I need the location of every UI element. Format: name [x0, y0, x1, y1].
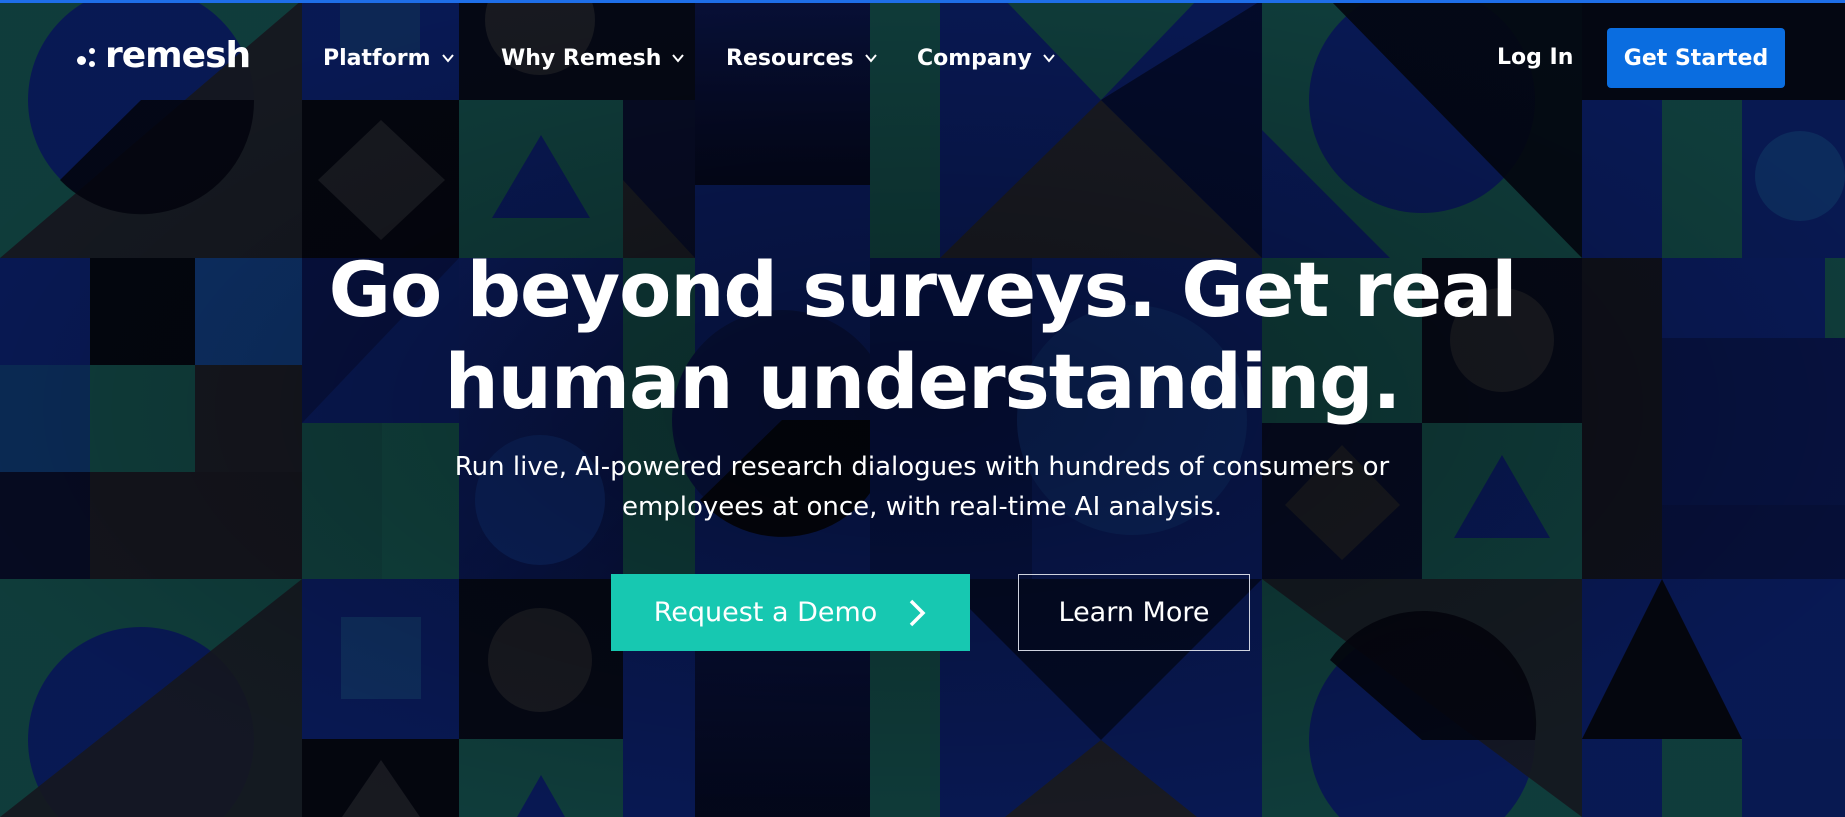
chevron-down-icon — [1043, 54, 1055, 63]
request-demo-label: Request a Demo — [653, 597, 878, 628]
request-demo-button[interactable]: Request a Demo — [611, 574, 970, 651]
learn-more-button[interactable]: Learn More — [1018, 574, 1250, 651]
hero-subtitle-line-1: Run live, AI-powered research dialogues … — [454, 452, 1390, 482]
nav-item-resources[interactable]: Resources — [726, 42, 878, 74]
hero-subtitle: Run live, AI-powered research dialogues … — [422, 447, 1422, 527]
nav-item-label: Why Remesh — [501, 45, 662, 71]
get-started-button[interactable]: Get Started — [1607, 28, 1785, 88]
logo-wordmark: remesh — [105, 35, 251, 76]
hero-title: Go beyond surveys. Get real human unders… — [0, 244, 1845, 428]
chevron-right-icon — [910, 599, 926, 626]
logo-mark-icon — [77, 44, 99, 68]
nav-item-company[interactable]: Company — [917, 42, 1056, 74]
hero-title-line-2: human understanding. — [444, 337, 1402, 426]
nav-item-why-remesh[interactable]: Why Remesh — [501, 42, 685, 74]
top-accent-line — [0, 0, 1845, 3]
login-link[interactable]: Log In — [1497, 42, 1573, 74]
nav-item-label: Company — [917, 45, 1032, 71]
remesh-logo[interactable]: remesh — [77, 35, 251, 76]
hero-section: remesh Platform Why Remesh Resources Com… — [0, 0, 1845, 817]
chevron-down-icon — [864, 54, 877, 63]
nav-item-platform[interactable]: Platform — [323, 42, 455, 74]
hero-title-line-1: Go beyond surveys. Get real — [328, 245, 1518, 334]
hero-subtitle-line-2: employees at once, with real-time AI ana… — [621, 492, 1223, 522]
chevron-down-icon — [672, 54, 685, 63]
chevron-down-icon — [441, 54, 454, 63]
nav-item-label: Resources — [726, 45, 854, 71]
nav-item-label: Platform — [323, 45, 431, 71]
